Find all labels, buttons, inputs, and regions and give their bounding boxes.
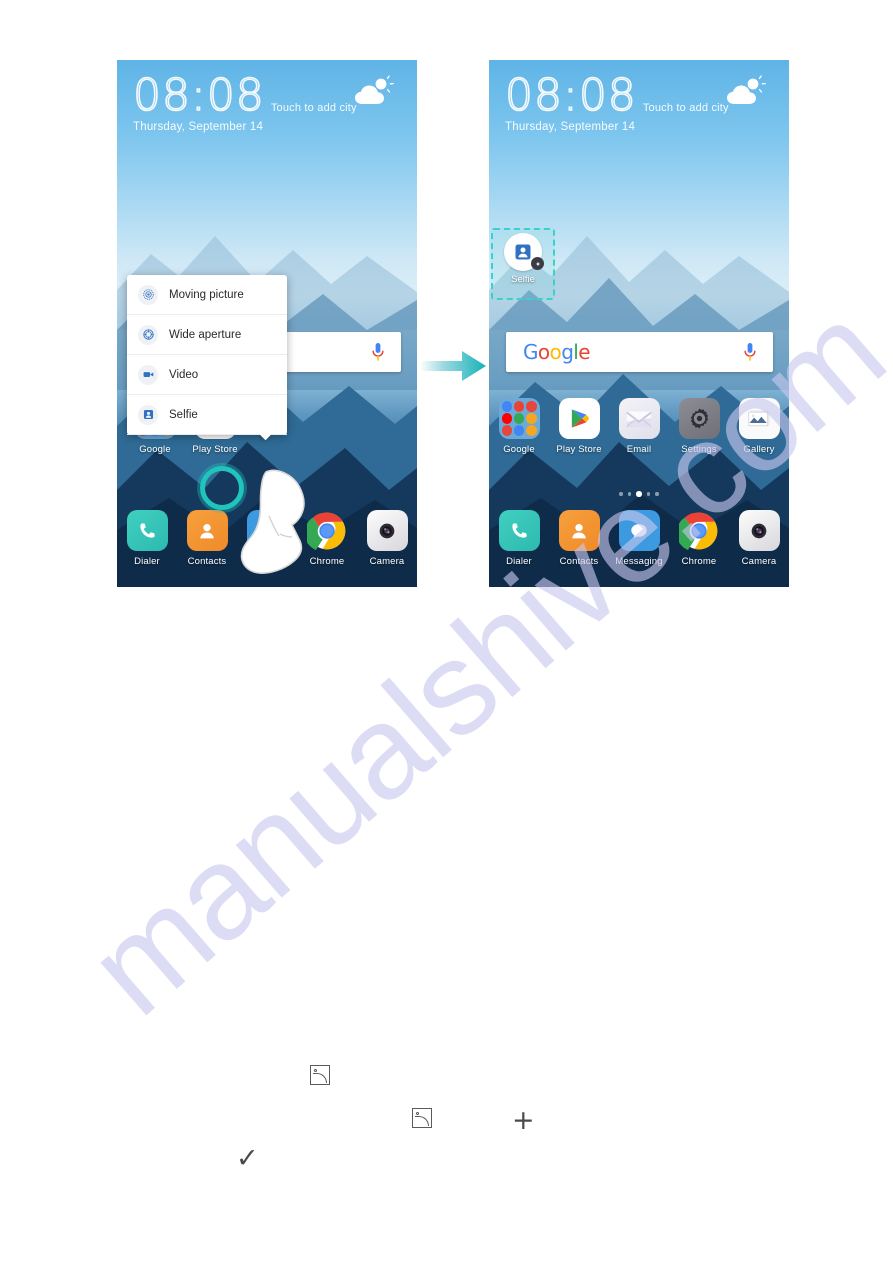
partly-cloudy-icon bbox=[721, 74, 767, 114]
app-label: Gallery bbox=[743, 444, 775, 455]
dock-label: Camera bbox=[369, 556, 405, 567]
app-icon-google-folder[interactable]: Google bbox=[489, 398, 549, 455]
google-logo: Google bbox=[523, 340, 591, 364]
menu-item-wide-aperture[interactable]: Wide aperture bbox=[127, 315, 287, 355]
dock-item-camera[interactable]: Camera bbox=[729, 510, 789, 567]
dock-label: Chrome bbox=[681, 556, 717, 567]
wallpaper-right bbox=[489, 60, 789, 587]
clock-city-hint[interactable]: Touch to add city bbox=[271, 102, 357, 118]
selfie-shortcut-selected[interactable]: Selfie bbox=[491, 228, 555, 300]
menu-pointer-tail bbox=[259, 434, 273, 442]
clock-time: 08:08 bbox=[132, 70, 265, 121]
app-label: Play Store bbox=[192, 444, 238, 455]
microphone-icon[interactable] bbox=[743, 342, 757, 362]
app-label: Google bbox=[503, 444, 535, 455]
app-row-right: Google Play Store Email Settings Gallery bbox=[489, 398, 789, 455]
play-store-icon bbox=[558, 398, 600, 439]
video-camera-icon bbox=[138, 364, 158, 385]
camera-icon bbox=[738, 510, 780, 551]
dock-label: Contacts bbox=[187, 556, 227, 567]
app-label: Google bbox=[139, 444, 171, 455]
menu-item-selfie[interactable]: Selfie bbox=[127, 395, 287, 435]
menu-item-moving-picture[interactable]: Moving picture bbox=[127, 275, 287, 315]
dock-label: Messaging bbox=[615, 556, 663, 567]
tapping-hand-icon bbox=[222, 468, 322, 578]
page-dot-active[interactable] bbox=[636, 491, 642, 497]
gear-icon bbox=[678, 398, 720, 439]
clock-city-hint[interactable]: Touch to add city bbox=[643, 102, 729, 118]
plus-icon: + bbox=[512, 1105, 535, 1136]
app-label: Email bbox=[626, 444, 652, 455]
page-dot[interactable] bbox=[627, 492, 632, 496]
clock-date: Thursday, September 14 bbox=[133, 121, 264, 133]
app-icon-settings[interactable]: Settings bbox=[669, 398, 729, 455]
chrome-icon bbox=[679, 510, 720, 551]
selfie-icon bbox=[138, 404, 158, 425]
gallery-icon bbox=[738, 398, 780, 439]
phone-icon bbox=[498, 510, 540, 551]
page-dot[interactable] bbox=[646, 492, 651, 496]
contacts-icon bbox=[558, 510, 600, 551]
clock-widget-left[interactable]: 08:08 Touch to add city Thursday, Septemb… bbox=[132, 70, 357, 133]
phone-icon bbox=[126, 510, 168, 551]
broken-image-icon bbox=[412, 1108, 432, 1128]
check-icon: ✓ bbox=[236, 1143, 259, 1174]
dock-item-camera[interactable]: Camera bbox=[357, 510, 417, 567]
app-label: Settings bbox=[681, 444, 717, 455]
camera-badge-icon bbox=[531, 257, 544, 270]
flow-arrow-right bbox=[418, 348, 488, 384]
clock-date: Thursday, September 14 bbox=[505, 121, 636, 133]
menu-item-label: Wide aperture bbox=[169, 328, 242, 341]
page-indicator[interactable] bbox=[489, 491, 789, 497]
app-icon-gallery[interactable]: Gallery bbox=[729, 398, 789, 455]
shortcut-label: Selfie bbox=[511, 274, 535, 285]
moving-picture-icon bbox=[138, 284, 158, 305]
menu-item-video[interactable]: Video bbox=[127, 355, 287, 395]
message-bubble-icon bbox=[618, 510, 660, 551]
camera-icon bbox=[366, 510, 408, 551]
dock-label: Camera bbox=[741, 556, 777, 567]
dock-item-dialer[interactable]: Dialer bbox=[117, 510, 177, 567]
clock-widget-right[interactable]: 08:08 Touch to add city Thursday, Septemb… bbox=[504, 70, 729, 133]
phone-screenshot-right: 08:08 Touch to add city Thursday, Septemb… bbox=[489, 60, 789, 587]
app-icon-email[interactable]: Email bbox=[609, 398, 669, 455]
page-dot[interactable] bbox=[655, 492, 659, 496]
partly-cloudy-icon bbox=[349, 74, 395, 114]
menu-item-label: Selfie bbox=[169, 408, 198, 421]
dock-item-dialer[interactable]: Dialer bbox=[489, 510, 549, 567]
email-icon bbox=[618, 398, 660, 439]
app-icon-play-store[interactable]: Play Store bbox=[549, 398, 609, 455]
dock-item-chrome[interactable]: Chrome bbox=[669, 510, 729, 567]
shortcut-context-menu[interactable]: Moving picture Wide aperture Video Selfi… bbox=[127, 275, 287, 435]
instruction-figure: 08:08 Touch to add city Thursday, Septemb… bbox=[0, 0, 893, 1263]
dock-label: Dialer bbox=[134, 556, 160, 567]
dock-label: Contacts bbox=[559, 556, 599, 567]
menu-item-label: Moving picture bbox=[169, 288, 244, 301]
wide-aperture-icon bbox=[138, 324, 158, 345]
dock-item-messaging[interactable]: Messaging bbox=[609, 510, 669, 567]
dock-right: Dialer Contacts Messaging Chrome Camera bbox=[489, 510, 789, 567]
page-dot[interactable] bbox=[619, 492, 623, 496]
app-label: Play Store bbox=[556, 444, 602, 455]
google-folder-icon bbox=[498, 398, 540, 439]
clock-time: 08:08 bbox=[504, 70, 637, 121]
dock-item-contacts[interactable]: Contacts bbox=[549, 510, 609, 567]
microphone-icon[interactable] bbox=[371, 342, 385, 362]
broken-image-icon bbox=[310, 1065, 330, 1085]
menu-item-label: Video bbox=[169, 368, 199, 381]
google-search-bar-right[interactable]: Google bbox=[506, 332, 773, 372]
dock-label: Dialer bbox=[506, 556, 532, 567]
